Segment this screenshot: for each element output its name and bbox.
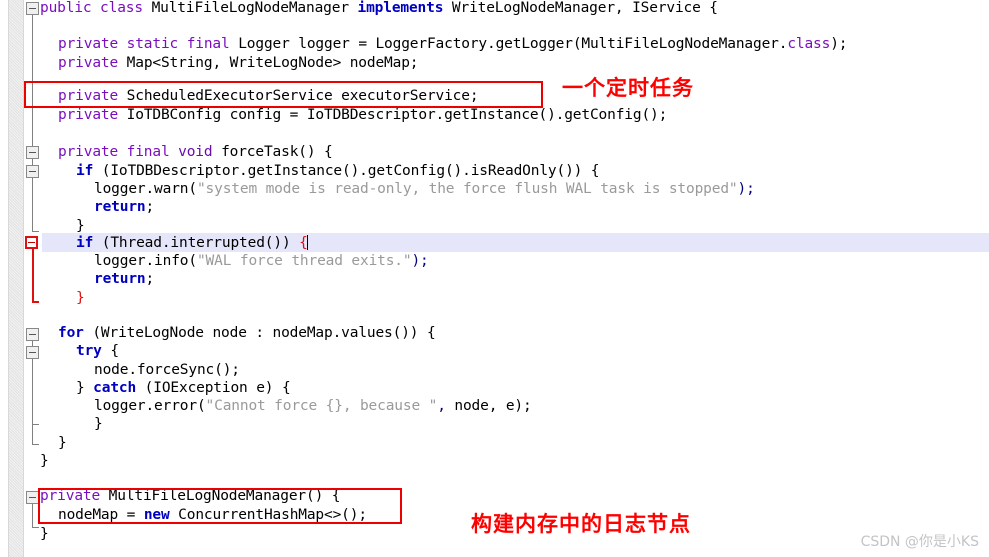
code-editor[interactable]: public class MultiFileLogNodeManager imp… (0, 0, 989, 557)
code-line-close-catch: } (94, 416, 103, 432)
code-line-return-readonly: return; (94, 199, 155, 215)
highlight-box-executor-service (24, 81, 543, 108)
code-line-try: try { (76, 343, 119, 359)
code-line-close-for: } (58, 435, 67, 451)
code-line-close-forcetask: } (40, 453, 49, 469)
code-line-forcetask-signature: private final void forceTask() { (58, 144, 333, 160)
annotation-scheduled-task: 一个定时任务 (562, 76, 694, 100)
code-line-return-interrupted: return; (94, 271, 155, 287)
code-line-close-if-interrupted: } (76, 290, 85, 306)
code-line-catch: } catch (IOException e) { (76, 380, 291, 396)
code-line-logger-field: private static final Logger logger = Log… (58, 36, 848, 52)
highlight-box-constructor (38, 488, 402, 524)
code-line-force-sync: node.forceSync(); (94, 362, 240, 378)
code-line-class-declaration: public class MultiFileLogNodeManager imp… (40, 0, 718, 16)
code-line-logger-info: logger.info("WAL force thread exits."); (94, 253, 429, 269)
code-line-if-readonly: if (IoTDBDescriptor.getInstance().getCon… (76, 163, 600, 179)
code-line-nodemap-field: private Map<String, WriteLogNode> nodeMa… (58, 55, 419, 71)
code-line-close-constructor: } (40, 526, 49, 542)
annotation-build-log-node: 构建内存中的日志节点 (471, 512, 691, 536)
code-line-for-loop: for (WriteLogNode node : nodeMap.values(… (58, 325, 436, 341)
csdn-watermark: CSDN @你是小KS (860, 534, 979, 550)
code-line-logger-error: logger.error("Cannot force {}, because "… (94, 398, 532, 414)
code-line-if-interrupted: if (Thread.interrupted()) { (76, 235, 308, 251)
code-line-config-field: private IoTDBConfig config = IoTDBDescri… (58, 107, 668, 123)
code-line-logger-warn: logger.warn("system mode is read-only, t… (94, 181, 755, 197)
